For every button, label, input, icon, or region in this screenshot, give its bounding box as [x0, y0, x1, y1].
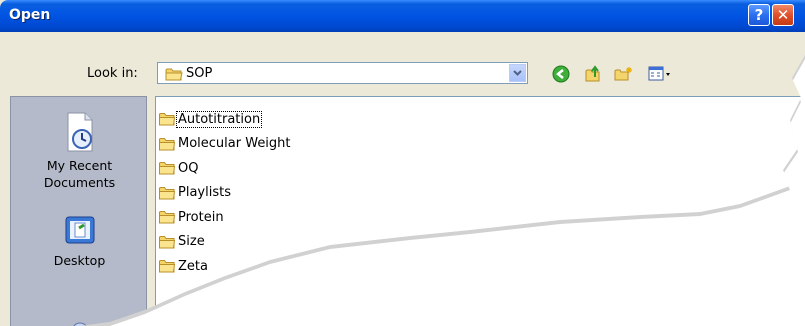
- look-in-label: Look in:: [87, 66, 138, 81]
- file-name: Autotitration: [175, 110, 263, 128]
- file-name: Molecular Weight: [178, 136, 291, 151]
- list-item[interactable]: Autotitration: [159, 109, 263, 129]
- folder-icon: [165, 68, 183, 81]
- file-name: Protein: [178, 209, 224, 225]
- views-menu-icon: [648, 66, 670, 81]
- list-item[interactable]: Protein: [159, 207, 225, 227]
- open-dialog: Open ? ✕ Look in: SOP My Recent Document…: [0, 0, 805, 326]
- look-in-value: SOP: [186, 66, 213, 81]
- list-item[interactable]: Playlists: [159, 183, 232, 203]
- back-button[interactable]: [551, 64, 571, 84]
- close-button[interactable]: ✕: [772, 4, 794, 26]
- help-icon: ?: [754, 6, 764, 24]
- chevron-down-icon: [513, 70, 522, 76]
- recent-documents-icon: [67, 112, 92, 152]
- window-title: Open: [9, 7, 51, 23]
- title-bar[interactable]: Open ? ✕: [0, 0, 805, 32]
- place-label-line2: Documents: [43, 175, 116, 190]
- list-item[interactable]: Zeta: [159, 256, 209, 276]
- new-folder-icon: [614, 67, 632, 81]
- folder-icon: [159, 162, 175, 175]
- folder-icon: [159, 186, 175, 199]
- views-menu-button[interactable]: [647, 64, 673, 84]
- place-desktop[interactable]: Desktop: [11, 214, 148, 269]
- back-icon: [552, 65, 570, 83]
- up-one-level-button[interactable]: [583, 64, 603, 84]
- look-in-dropdown[interactable]: SOP: [157, 62, 528, 84]
- places-bar: My Recent Documents Desktop: [10, 96, 147, 326]
- list-item[interactable]: Size: [159, 232, 206, 252]
- place-label: My Recent Documents: [11, 157, 148, 191]
- place-label-line1: My Recent: [46, 158, 113, 173]
- new-folder-button[interactable]: [614, 64, 634, 84]
- close-icon: ✕: [776, 6, 790, 24]
- computer-icon: [73, 322, 86, 326]
- list-item[interactable]: OQ: [159, 158, 199, 178]
- folder-icon: [159, 235, 175, 248]
- place-my-recent-documents[interactable]: My Recent Documents: [11, 111, 148, 191]
- desktop-icon: [65, 216, 94, 244]
- folder-icon: [159, 211, 175, 224]
- folder-icon: [159, 137, 175, 150]
- folder-icon: [159, 260, 175, 273]
- place-label-desktop: Desktop: [53, 253, 106, 268]
- file-name: Size: [178, 234, 205, 249]
- file-name: Playlists: [178, 185, 231, 200]
- help-button[interactable]: ?: [748, 4, 770, 26]
- up-folder-icon: [585, 65, 600, 82]
- folder-icon: [159, 113, 175, 126]
- file-name: Zeta: [178, 258, 208, 274]
- list-item[interactable]: Molecular Weight: [159, 134, 292, 154]
- file-name: OQ: [178, 160, 199, 176]
- dropdown-arrow[interactable]: [509, 64, 526, 82]
